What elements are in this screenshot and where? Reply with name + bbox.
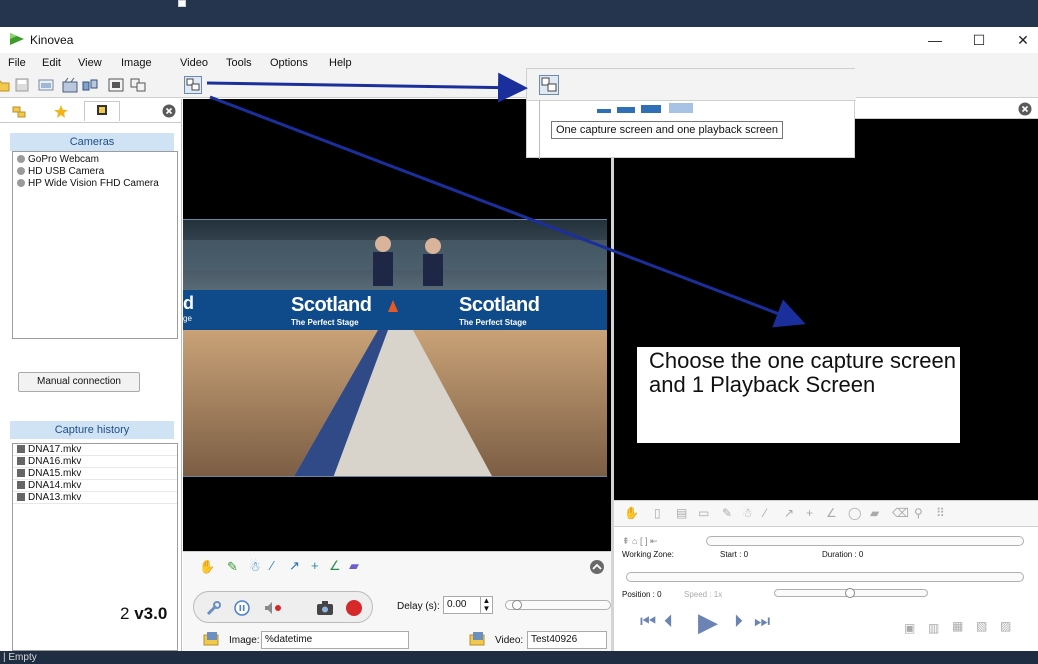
arrow-from-callout	[209, 95, 806, 328]
annotation-arrows	[206, 72, 806, 328]
arrow-to-toolbar-button	[206, 72, 528, 103]
status-bar: | Empty	[0, 651, 1038, 664]
